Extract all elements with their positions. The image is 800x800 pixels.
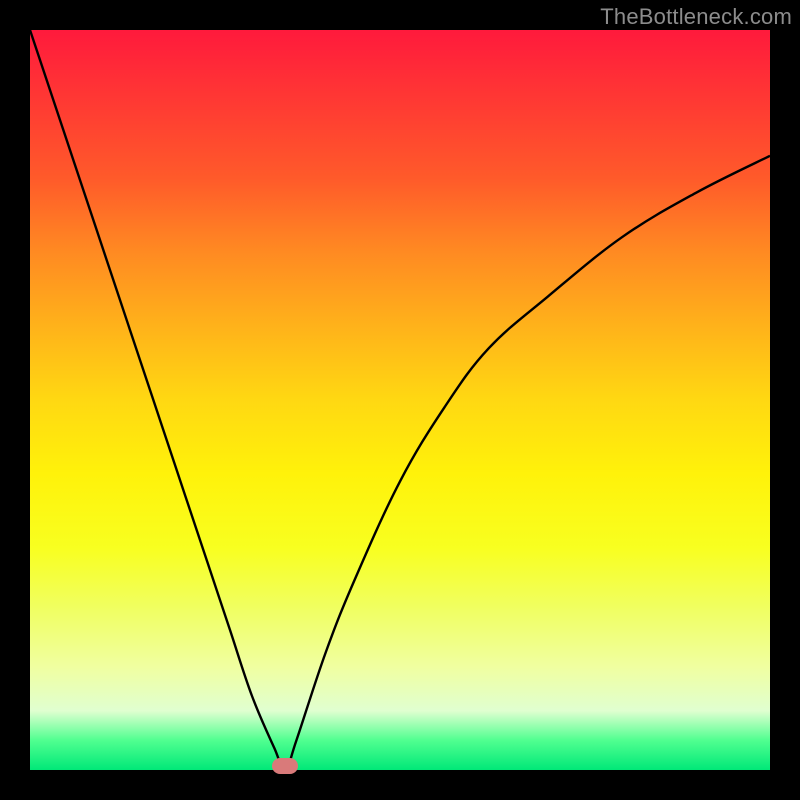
curve-path [30,30,770,770]
chart-plot-area [30,30,770,770]
optimum-marker [272,758,298,774]
watermark-text: TheBottleneck.com [600,4,792,30]
bottleneck-curve [30,30,770,770]
